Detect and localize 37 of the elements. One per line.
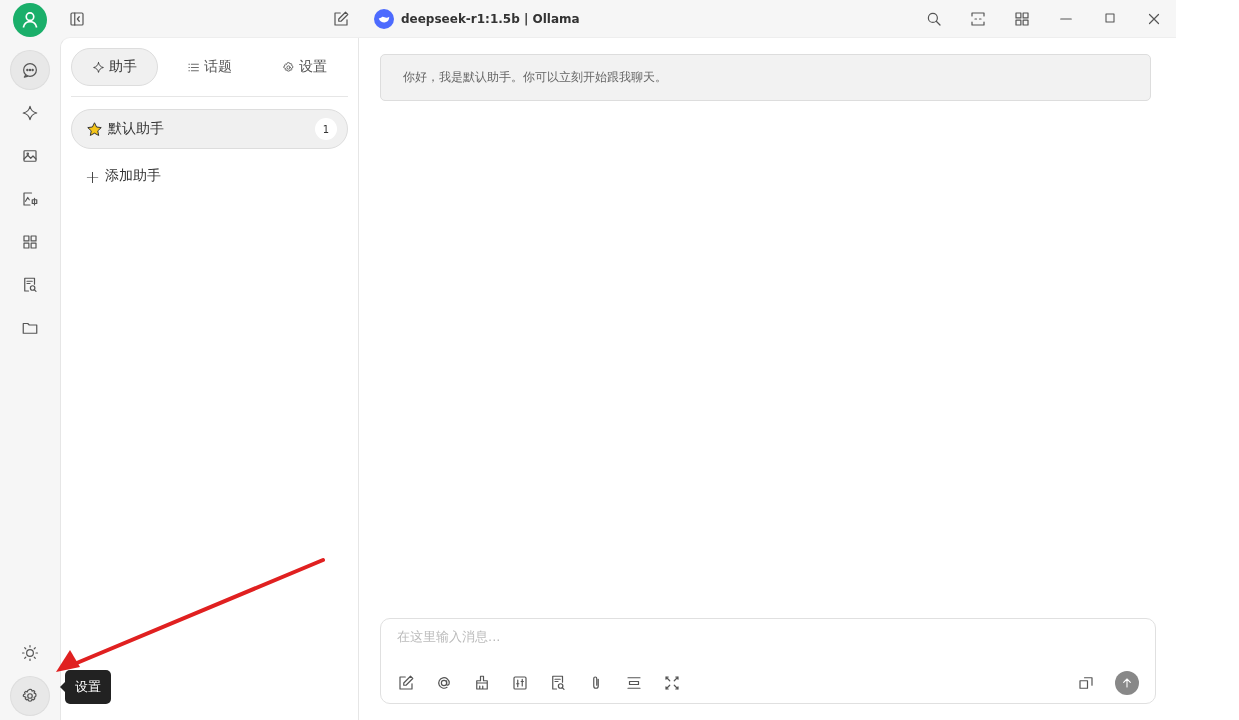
- tooltip-pointer-icon: [60, 682, 65, 692]
- avatar[interactable]: [13, 3, 47, 37]
- settings-icon: [21, 687, 39, 705]
- grid-icon[interactable]: [1013, 9, 1031, 28]
- window-title: deepseek-r1:1.5b | Ollama: [401, 11, 580, 26]
- sidebar-toggle-icon[interactable]: [68, 9, 86, 28]
- apps-icon: [21, 233, 39, 251]
- tab[interactable]: 话题: [166, 48, 253, 86]
- add-assistant-button[interactable]: + 添加助手: [71, 159, 176, 193]
- chat-icon: [21, 61, 39, 79]
- assistant-name: 默认助手: [108, 120, 165, 138]
- brush-icon[interactable]: [473, 674, 491, 692]
- sparkle-icon: [21, 104, 39, 122]
- expand-icon[interactable]: [663, 674, 681, 692]
- tab[interactable]: 设置: [261, 48, 348, 86]
- topic-count: 1: [315, 118, 337, 140]
- assistant-item[interactable]: 默认助手 1: [71, 109, 348, 149]
- mention-icon[interactable]: [435, 674, 453, 692]
- chat-icon-button[interactable]: [11, 51, 49, 89]
- sun-icon: [21, 644, 39, 662]
- document-search-icon: [21, 276, 39, 294]
- sparkle-icon: [92, 60, 105, 74]
- settings-icon: [282, 60, 295, 74]
- sliders-icon[interactable]: [511, 674, 529, 692]
- send-button[interactable]: [1115, 671, 1139, 695]
- welcome-message: 你好，我是默认助手。你可以立刻开始跟我聊天。: [380, 54, 1151, 101]
- image-icon: [21, 147, 39, 165]
- document-search-icon[interactable]: [549, 674, 567, 692]
- new-chat-icon[interactable]: [332, 9, 350, 28]
- divider-icon[interactable]: [625, 674, 643, 692]
- fit-width-icon[interactable]: [969, 9, 987, 28]
- tab[interactable]: 助手: [71, 48, 158, 86]
- settings-icon-button[interactable]: [11, 677, 49, 715]
- whale-logo-icon: [374, 8, 394, 29]
- edit-icon[interactable]: [397, 674, 415, 692]
- star-icon: [86, 120, 103, 138]
- tooltip: 设置: [65, 670, 111, 704]
